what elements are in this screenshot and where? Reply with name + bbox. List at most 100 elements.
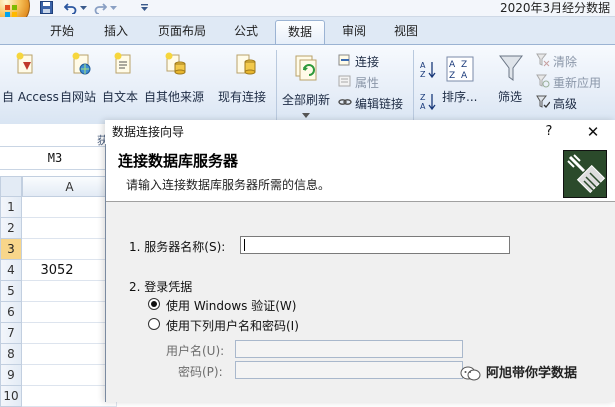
tab-page-layout[interactable]: 页面布局 [150, 20, 214, 44]
column-header-a[interactable]: A [22, 176, 117, 197]
redo-dropdown-icon[interactable] [110, 1, 118, 15]
customize-qat-icon[interactable] [140, 1, 150, 15]
dialog-title: 数据连接向导 [112, 125, 185, 139]
connections-icon [338, 53, 352, 67]
grid-cell[interactable] [22, 197, 117, 218]
row-header[interactable]: 4 [0, 260, 22, 281]
sort-button[interactable]: AZZA [446, 56, 474, 82]
dialog-subheading: 请输入连接数据库服务器所需的信息。 [126, 178, 331, 192]
properties-icon [338, 74, 352, 88]
wechat-logo-icon [460, 366, 482, 382]
svg-text:Z: Z [449, 71, 455, 81]
grid-cell[interactable] [22, 239, 117, 260]
undo-icon[interactable] [63, 1, 78, 15]
row-header-selected[interactable]: 3 [0, 239, 22, 260]
from-web-label: 自网站 [60, 90, 97, 104]
from-other-sources-label: 自其他来源 [144, 90, 205, 104]
filter-label: 筛选 [498, 90, 523, 104]
username-input[interactable] [235, 340, 463, 358]
tab-review[interactable]: 审阅 [332, 20, 376, 44]
svg-text:Z: Z [420, 70, 426, 79]
user-pass-label[interactable]: 使用下列用户名和密码(I) [166, 317, 299, 334]
username-label: 用户名(U): [166, 344, 225, 358]
wizard-plug-icon [563, 150, 607, 198]
access-db-icon [16, 52, 33, 74]
svg-text:A: A [420, 102, 426, 111]
svg-text:Z: Z [461, 60, 467, 70]
office-logo-icon [5, 5, 17, 17]
filter-funnel-icon [499, 55, 523, 81]
refresh-all-button[interactable] [294, 54, 320, 94]
dialog-heading: 连接数据库服务器 [118, 152, 239, 170]
edit-links-icon [338, 95, 352, 109]
undo-dropdown-icon[interactable] [80, 1, 88, 15]
row-header[interactable]: 9 [0, 365, 22, 386]
row-header[interactable]: 1 [0, 197, 22, 218]
connections-button[interactable]: 连接 [355, 53, 379, 70]
save-icon[interactable] [40, 1, 54, 15]
svg-text:A: A [449, 60, 456, 70]
grid-cell[interactable] [22, 302, 117, 323]
grid-cell[interactable] [22, 218, 117, 239]
window-title: 2020年3月经分数据 [500, 1, 611, 15]
grid-cell[interactable] [22, 281, 117, 302]
advanced-button[interactable]: 高级 [553, 95, 577, 112]
redo-icon[interactable] [94, 1, 108, 15]
refresh-icon [295, 55, 317, 81]
from-access-label: 自 Access [2, 90, 59, 104]
close-button[interactable]: ✕ [584, 122, 602, 142]
ribbon-separator [276, 50, 277, 120]
clear-button[interactable]: 清除 [553, 53, 577, 70]
row-header[interactable]: 5 [0, 281, 22, 302]
select-all-corner[interactable] [0, 176, 22, 197]
help-button[interactable]: ? [542, 122, 556, 142]
row-header[interactable]: 7 [0, 323, 22, 344]
row-header[interactable]: 10 [0, 386, 22, 407]
reapply-icon [536, 74, 550, 88]
from-text-label: 自文本 [102, 90, 139, 104]
grid-cell[interactable] [22, 344, 117, 365]
refresh-dropdown-icon[interactable] [302, 108, 310, 118]
reapply-button[interactable]: 重新应用 [553, 74, 601, 91]
row-header[interactable]: 8 [0, 344, 22, 365]
tab-home[interactable]: 开始 [40, 20, 84, 44]
existing-connections-icon [236, 54, 256, 75]
login-credentials-label: 2. 登录凭据 [129, 280, 193, 294]
text-caret [244, 239, 245, 251]
sort-ascending-icon[interactable]: AZ [420, 60, 436, 80]
tab-formulas[interactable]: 公式 [224, 20, 268, 44]
tab-data[interactable]: 数据 [275, 20, 325, 45]
server-name-input[interactable] [240, 236, 510, 254]
server-name-label: 1. 服务器名称(S): [129, 240, 226, 254]
tab-insert[interactable]: 插入 [94, 20, 138, 44]
text-file-icon [114, 52, 131, 74]
watermark-text: 阿旭带你学数据 [486, 366, 578, 381]
web-globe-icon [72, 52, 91, 75]
properties-button[interactable]: 属性 [355, 74, 379, 91]
sort-descending-icon[interactable]: ZA [420, 92, 436, 112]
grid-cell[interactable] [22, 323, 117, 344]
user-pass-radio[interactable] [148, 318, 160, 330]
advanced-filter-icon [536, 95, 551, 109]
sort-label: 排序... [442, 90, 478, 104]
name-box[interactable]: M3 [0, 150, 110, 168]
grid-cell[interactable] [22, 386, 117, 407]
database-icon [165, 52, 186, 75]
row-header[interactable]: 6 [0, 302, 22, 323]
edit-links-button[interactable]: 编辑链接 [355, 95, 403, 112]
refresh-all-label: 全部刷新 [282, 93, 331, 107]
cell-a4-value[interactable]: 3052 [22, 260, 92, 281]
password-input[interactable] [235, 361, 463, 379]
password-label: 密码(P): [178, 365, 223, 379]
windows-auth-radio[interactable] [148, 298, 160, 310]
clear-filter-icon [536, 53, 550, 67]
svg-text:A: A [420, 61, 426, 70]
existing-connections-label: 现有连接 [218, 90, 267, 104]
row-header[interactable]: 2 [0, 218, 22, 239]
tab-view[interactable]: 视图 [384, 20, 428, 44]
windows-auth-label[interactable]: 使用 Windows 验证(W) [166, 297, 296, 314]
svg-text:Z: Z [420, 93, 426, 102]
filter-button[interactable] [498, 54, 524, 86]
svg-text:A: A [461, 71, 468, 81]
grid-cell[interactable] [22, 365, 117, 386]
